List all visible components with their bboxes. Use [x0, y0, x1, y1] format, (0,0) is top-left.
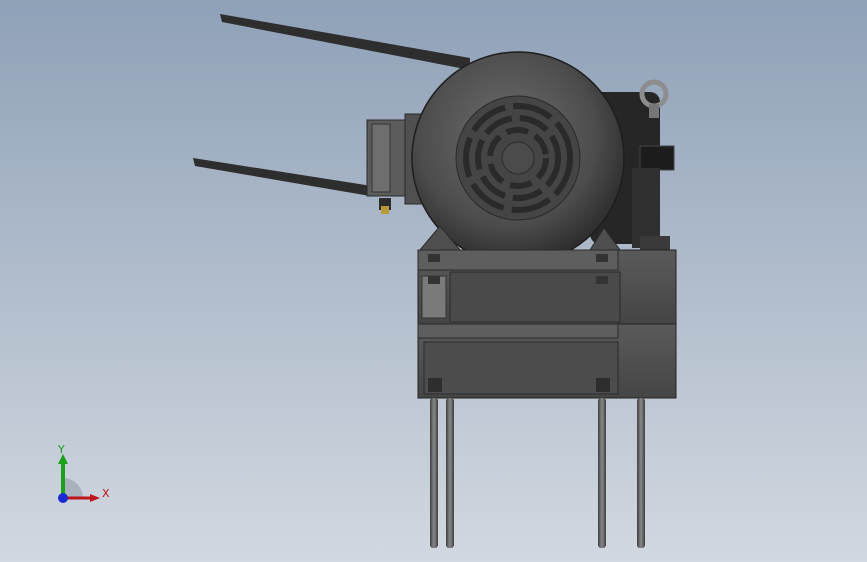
y-axis-label: Y [57, 443, 65, 456]
x-axis-label: X [102, 487, 110, 500]
threaded-rods [430, 398, 645, 548]
axis-triad: Y X [57, 443, 110, 503]
z-axis-dot [58, 493, 68, 503]
graphics-viewport[interactable]: Y X [0, 0, 867, 562]
x-axis-arrowhead [90, 494, 100, 502]
upper-base-box [417, 249, 677, 325]
lower-base-box [417, 323, 677, 399]
motor-assembly-model[interactable] [0, 0, 867, 562]
